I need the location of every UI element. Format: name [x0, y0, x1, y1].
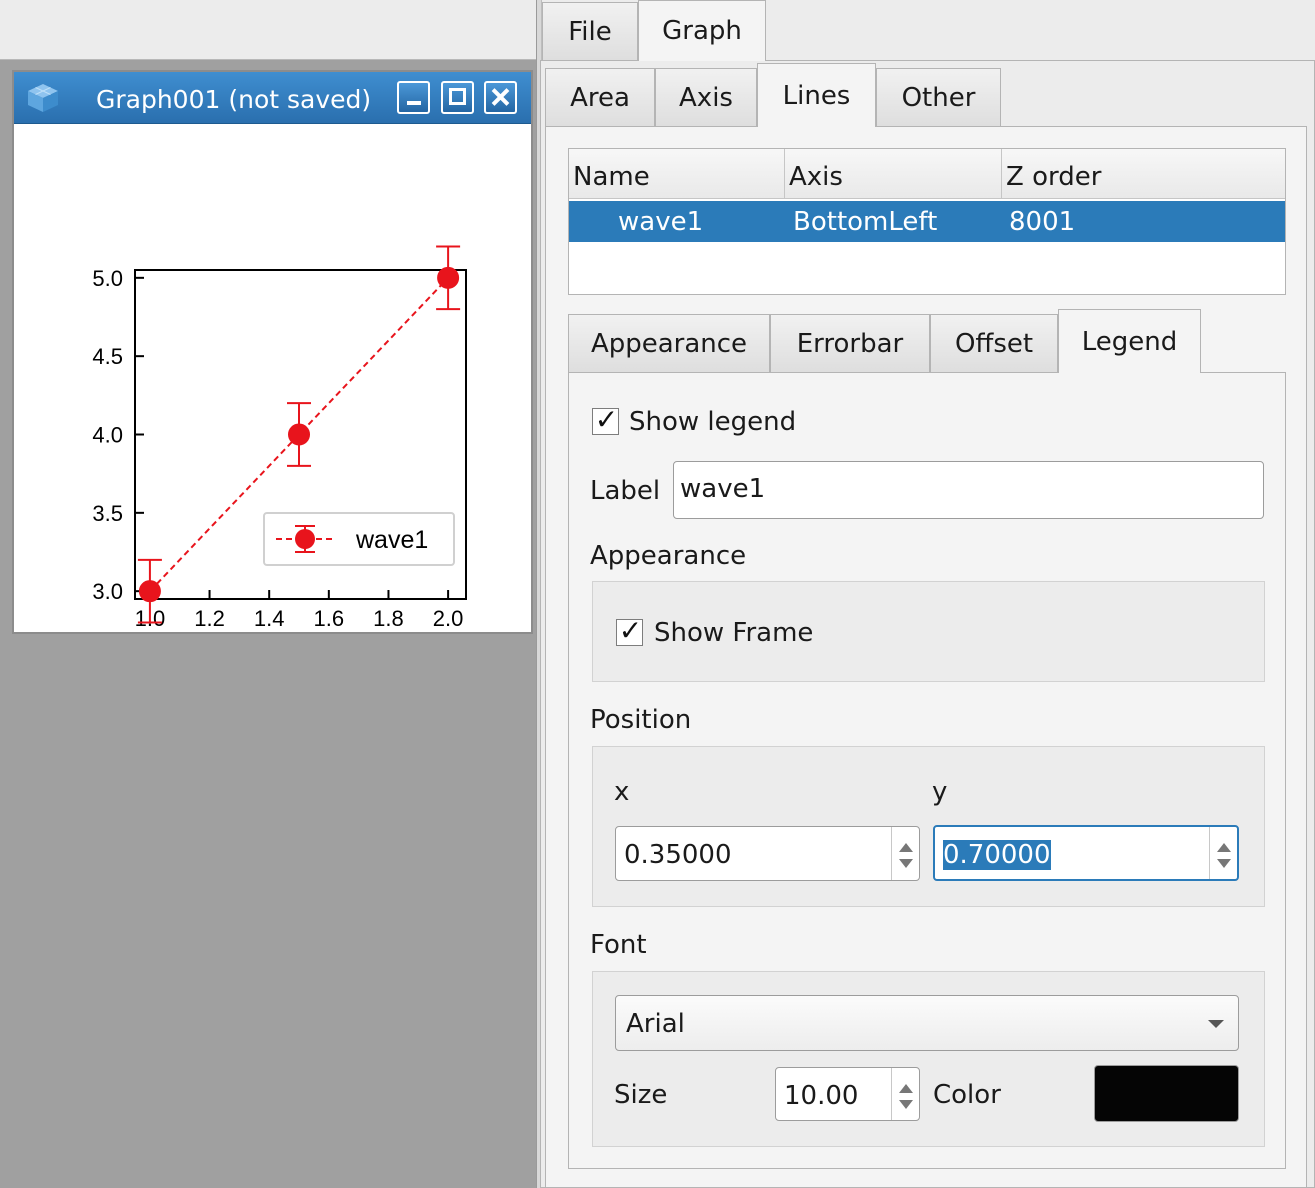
y-tick-label: 3.0	[92, 579, 123, 604]
tab-area[interactable]: Area	[545, 68, 655, 126]
tab-other[interactable]: Other	[876, 68, 1001, 126]
close-button[interactable]	[484, 81, 517, 114]
position-caption: Position	[590, 705, 692, 735]
x-tick-label: 1.2	[194, 606, 225, 631]
graph-window[interactable]: Graph001 (not saved) 1.0 1.2 1.4 1.6 1.8 2.0 3…	[12, 70, 533, 634]
column-header-axis[interactable]: Axis	[785, 149, 1002, 199]
data-point	[138, 580, 161, 603]
minimize-button[interactable]	[397, 81, 430, 114]
show-legend-label: Show legend	[629, 407, 797, 437]
chart-svg[interactable]: 1.0 1.2 1.4 1.6 1.8 2.03.03.54.04.55.0wave1	[14, 125, 531, 633]
data-point	[437, 266, 460, 289]
tab-axis[interactable]: Axis	[655, 68, 757, 126]
chevron-down-icon	[1208, 1020, 1224, 1028]
y-tick-label: 4.0	[92, 423, 123, 448]
arrow-down-icon[interactable]	[1217, 858, 1231, 868]
color-caption: Color	[933, 1080, 1001, 1110]
arrow-up-icon[interactable]	[1217, 842, 1231, 852]
arrow-down-icon[interactable]	[899, 1099, 913, 1109]
top-strip	[0, 0, 540, 60]
list-row[interactable]: wave1 BottomLeft 8001	[569, 201, 1285, 242]
font-family-value: Arial	[626, 1009, 685, 1039]
font-size-spinbox[interactable]: 10.00	[775, 1067, 920, 1121]
y-caption: y	[932, 777, 948, 807]
legend-label-input[interactable]: wave1	[673, 461, 1264, 519]
checkmark-icon: ✓	[594, 403, 619, 436]
column-header-name[interactable]: Name	[569, 149, 785, 199]
list-header: Name Axis Z order	[569, 149, 1285, 199]
x-caption: x	[614, 777, 630, 807]
tab-lines[interactable]: Lines	[757, 63, 876, 127]
plot-area[interactable]: 1.0 1.2 1.4 1.6 1.8 2.0 3.0 3.5 4.0 4.5 5.0 wave1	[14, 125, 531, 633]
settings-panel: File Graph Area Axis Lines Other Name Ax…	[540, 0, 1315, 1188]
tab-file[interactable]: File	[542, 2, 638, 60]
app-cube-icon	[28, 84, 58, 112]
arrow-up-icon[interactable]	[899, 842, 913, 852]
arrow-up-icon[interactable]	[899, 1083, 913, 1093]
maximize-button[interactable]	[441, 81, 474, 114]
subtab-appearance[interactable]: Appearance	[568, 314, 770, 372]
position-y-stepper[interactable]	[1209, 827, 1237, 879]
minimize-icon	[407, 101, 421, 105]
position-y-spinbox[interactable]: 0.70000	[933, 825, 1239, 881]
font-caption: Font	[590, 930, 647, 960]
position-x-stepper[interactable]	[891, 827, 919, 880]
font-color-button[interactable]	[1094, 1065, 1239, 1122]
subtab-legend[interactable]: Legend	[1058, 309, 1201, 373]
font-family-dropdown[interactable]: Arial	[615, 995, 1239, 1051]
position-x-value: 0.35000	[624, 840, 732, 870]
column-header-zorder[interactable]: Z order	[1002, 149, 1285, 199]
checkmark-icon: ✓	[618, 614, 643, 647]
show-legend-checkbox[interactable]: ✓	[592, 403, 619, 436]
label-caption: Label	[590, 476, 661, 506]
x-tick-label: 1.6	[314, 606, 345, 631]
data-point	[288, 423, 311, 446]
legend-label: wave1	[355, 526, 428, 554]
legend-marker	[295, 529, 315, 549]
appearance-caption: Appearance	[590, 541, 747, 571]
row-zorder: 8001	[1009, 207, 1076, 237]
x-tick-label: 2.0	[433, 606, 464, 631]
position-x-spinbox[interactable]: 0.35000	[615, 826, 920, 881]
font-size-value: 10.00	[784, 1081, 859, 1111]
y-tick-label: 5.0	[92, 266, 123, 291]
y-tick-label: 4.5	[92, 344, 123, 369]
show-frame-checkbox[interactable]: ✓	[616, 614, 643, 647]
lines-list[interactable]: Name Axis Z order wave1 BottomLeft 8001	[568, 148, 1286, 295]
y-tick-label: 3.5	[92, 501, 123, 526]
graph-titlebar[interactable]: Graph001 (not saved)	[14, 72, 531, 124]
size-caption: Size	[614, 1080, 668, 1110]
maximize-icon	[449, 88, 466, 105]
graph-window-title: Graph001 (not saved)	[96, 85, 372, 114]
x-tick-label: 1.4	[254, 606, 285, 631]
x-tick-label: 1.8	[373, 606, 404, 631]
show-frame-label: Show Frame	[654, 618, 814, 648]
arrow-down-icon[interactable]	[899, 859, 913, 869]
subtab-offset[interactable]: Offset	[930, 314, 1058, 372]
tab-graph[interactable]: Graph	[638, 0, 766, 61]
font-size-stepper[interactable]	[891, 1068, 919, 1120]
subtab-errorbar[interactable]: Errorbar	[770, 314, 930, 372]
position-y-value: 0.70000	[943, 840, 1051, 870]
row-axis: BottomLeft	[793, 207, 938, 237]
row-name: wave1	[618, 207, 704, 237]
